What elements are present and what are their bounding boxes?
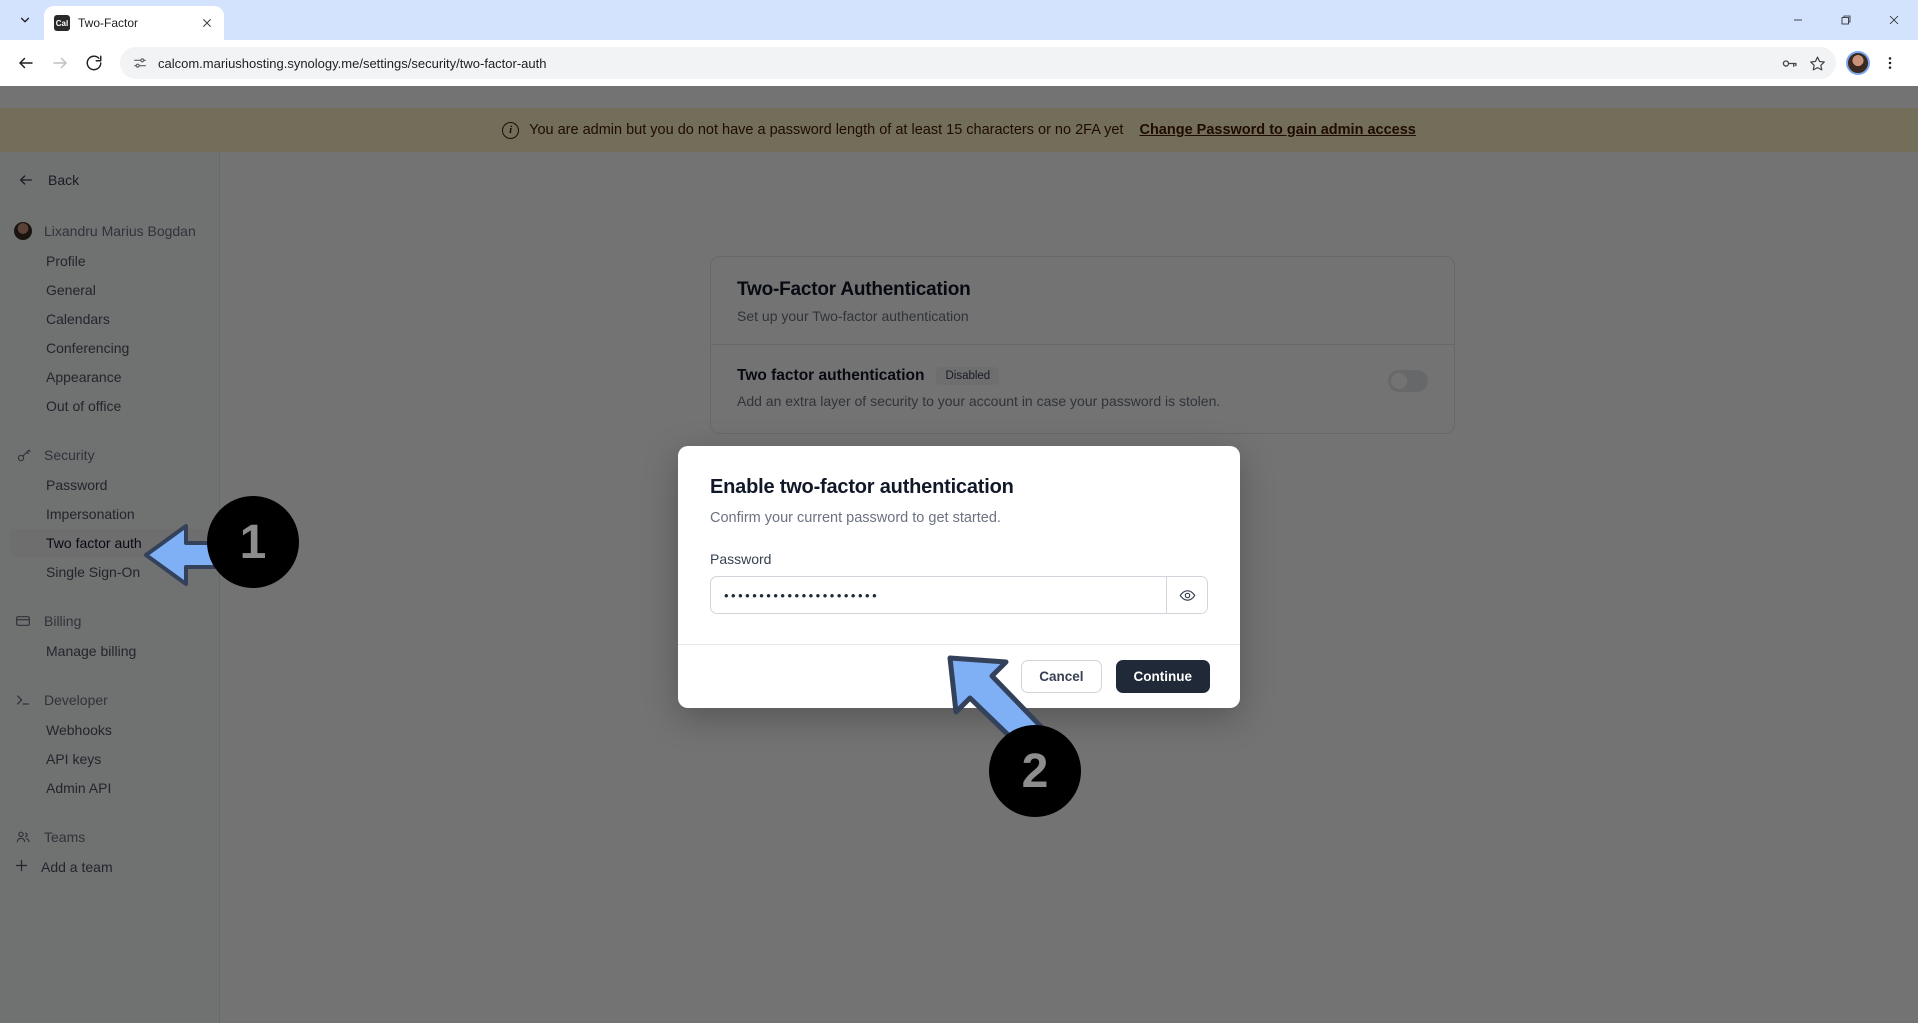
step-badge-1: 1: [207, 496, 299, 588]
eye-icon[interactable]: [1166, 577, 1207, 613]
back-arrow-icon[interactable]: [10, 47, 42, 79]
browser-window: Cal Two-Factor calcom.mariushosting.syno…: [0, 0, 1918, 1023]
minimize-button[interactable]: [1774, 0, 1822, 40]
close-icon[interactable]: [198, 14, 216, 32]
address-bar[interactable]: calcom.mariushosting.synology.me/setting…: [120, 47, 1836, 79]
browser-toolbar: calcom.mariushosting.synology.me/setting…: [0, 40, 1918, 86]
kebab-menu-icon[interactable]: [1876, 47, 1904, 79]
page-viewport: i You are admin but you do not have a pa…: [0, 86, 1918, 1023]
profile-avatar[interactable]: [1846, 51, 1870, 75]
password-label: Password: [710, 551, 772, 567]
modal-body: Enable two-factor authentication Confirm…: [678, 446, 1240, 644]
continue-button[interactable]: Continue: [1115, 660, 1210, 693]
close-window-button[interactable]: [1870, 0, 1918, 40]
tab-search-chevron-icon[interactable]: [8, 3, 42, 37]
url-text: calcom.mariushosting.synology.me/setting…: [158, 55, 547, 71]
modal-title: Enable two-factor authentication: [710, 476, 1014, 498]
site-settings-icon[interactable]: [132, 55, 148, 71]
omnibox-actions: [1776, 50, 1830, 76]
forward-arrow-icon: [44, 47, 76, 79]
password-key-icon[interactable]: [1776, 50, 1802, 76]
browser-tab[interactable]: Cal Two-Factor: [44, 6, 224, 40]
password-input[interactable]: [711, 577, 1166, 613]
tab-title: Two-Factor: [78, 16, 139, 30]
reload-icon[interactable]: [78, 47, 110, 79]
toolbar-right: [1846, 47, 1908, 79]
tab-strip: Cal Two-Factor: [0, 0, 1918, 40]
window-controls: [1774, 0, 1918, 40]
password-field-wrapper: [710, 576, 1208, 614]
calcom-favicon: Cal: [54, 15, 70, 31]
maximize-button[interactable]: [1822, 0, 1870, 40]
modal-subtitle: Confirm your current password to get sta…: [710, 510, 1001, 526]
step-badge-2: 2: [989, 725, 1081, 817]
bookmark-star-icon[interactable]: [1804, 50, 1830, 76]
